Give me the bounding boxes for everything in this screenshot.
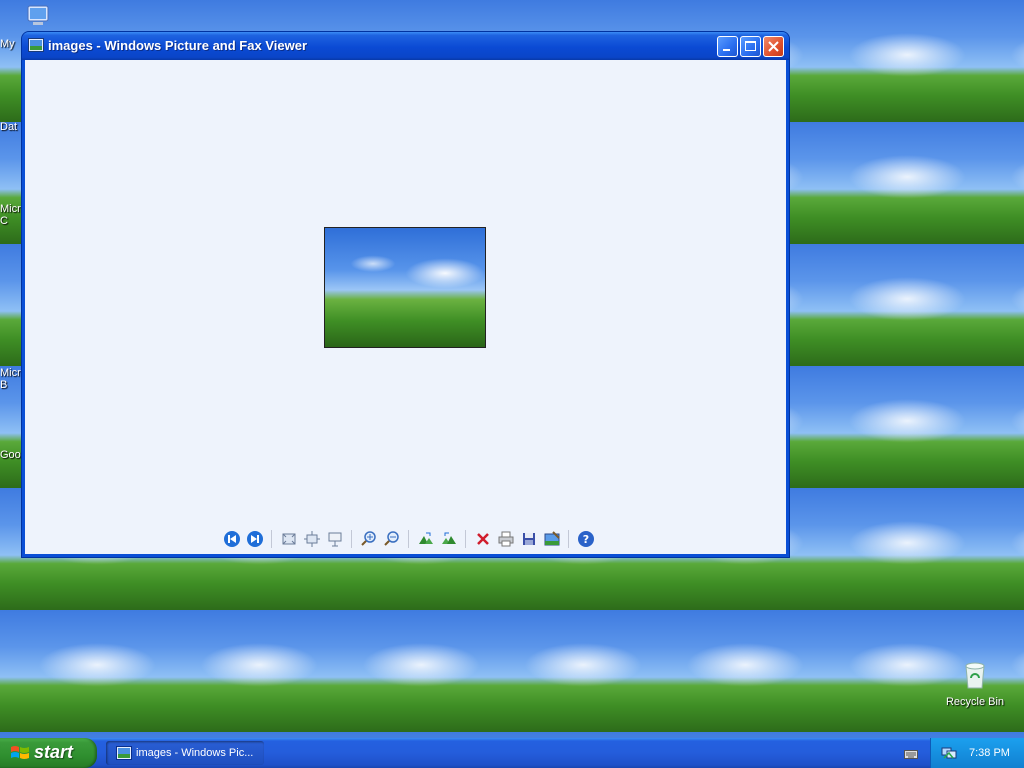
desktop-icon-label[interactable]: My bbox=[0, 38, 15, 50]
print-icon bbox=[498, 531, 513, 547]
rotate-clockwise-icon bbox=[418, 532, 433, 544]
help-icon: ? bbox=[577, 531, 594, 547]
desktop-icon-label[interactable]: Micr bbox=[0, 203, 21, 215]
save-disk-icon bbox=[522, 533, 535, 545]
taskbar: start images - Windows Pic... 7:38 PM bbox=[0, 738, 1024, 768]
picture-viewer-app-icon bbox=[28, 38, 44, 52]
minimize-button[interactable] bbox=[717, 36, 738, 57]
open-with-button[interactable] bbox=[541, 528, 563, 550]
previous-icon bbox=[223, 531, 240, 547]
zoom-in-button[interactable] bbox=[358, 528, 380, 550]
delete-icon bbox=[476, 533, 489, 545]
taskbar-window-label: images - Windows Pic... bbox=[136, 747, 254, 759]
my-computer-icon[interactable] bbox=[24, 4, 54, 28]
next-icon bbox=[246, 531, 263, 547]
zoom-out-button[interactable] bbox=[381, 528, 403, 550]
windows-flag-icon bbox=[10, 744, 30, 767]
desktop-icon-label[interactable]: Micr bbox=[0, 367, 21, 379]
desktop-icon-label[interactable]: Dat bbox=[0, 121, 17, 133]
desktop-icon-label[interactable]: Goo bbox=[0, 449, 21, 461]
actual-size-icon bbox=[303, 531, 320, 547]
slide-show-icon bbox=[328, 532, 341, 547]
picture-viewer-app-icon bbox=[116, 746, 132, 760]
viewer-toolbar: ? bbox=[220, 528, 597, 550]
window-title: images - Windows Picture and Fax Viewer bbox=[48, 38, 307, 53]
displayed-image bbox=[324, 227, 486, 348]
help-button[interactable]: ? bbox=[575, 528, 597, 550]
zoom-out-icon bbox=[383, 531, 399, 546]
toolbar-separator bbox=[408, 530, 409, 548]
rotate-counterclockwise-icon bbox=[441, 532, 456, 544]
clock[interactable]: 7:38 PM bbox=[969, 747, 1010, 759]
start-button[interactable]: start bbox=[0, 738, 97, 768]
toolbar-separator bbox=[568, 530, 569, 548]
close-button[interactable] bbox=[763, 36, 784, 57]
desktop-icon-label[interactable]: B bbox=[0, 379, 7, 391]
image-display-area: ? bbox=[25, 60, 786, 554]
system-tray: 7:38 PM bbox=[930, 738, 1024, 768]
title-bar[interactable]: images - Windows Picture and Fax Viewer bbox=[22, 32, 789, 60]
toolbar-separator bbox=[465, 530, 466, 548]
rotate-clockwise-button[interactable] bbox=[415, 528, 437, 550]
delete-button[interactable] bbox=[472, 528, 494, 550]
previous-image-button[interactable] bbox=[221, 528, 243, 550]
taskbar-window-button[interactable]: images - Windows Pic... bbox=[106, 741, 264, 765]
toolbar-separator bbox=[351, 530, 352, 548]
actual-size-button[interactable] bbox=[301, 528, 323, 550]
print-button[interactable] bbox=[495, 528, 517, 550]
desktop-icon-label[interactable]: C bbox=[0, 215, 8, 227]
next-image-button[interactable] bbox=[244, 528, 266, 550]
recycle-bin-label: Recycle Bin bbox=[945, 696, 1005, 708]
toolbar-separator bbox=[271, 530, 272, 548]
recycle-bin-icon bbox=[961, 660, 989, 690]
picture-viewer-window: images - Windows Picture and Fax Viewer bbox=[22, 32, 789, 557]
zoom-in-icon bbox=[360, 531, 376, 546]
svg-text:?: ? bbox=[582, 533, 588, 546]
best-fit-button[interactable] bbox=[278, 528, 300, 550]
maximize-button[interactable] bbox=[740, 36, 761, 57]
edit-image-icon bbox=[544, 531, 560, 546]
keyboard-language-icon[interactable] bbox=[904, 747, 918, 765]
recycle-bin-shortcut[interactable]: Recycle Bin bbox=[940, 660, 1010, 708]
best-fit-icon bbox=[282, 533, 295, 545]
slide-show-button[interactable] bbox=[324, 528, 346, 550]
copy-to-button[interactable] bbox=[518, 528, 540, 550]
start-label: start bbox=[34, 742, 74, 762]
rotate-counterclockwise-button[interactable] bbox=[438, 528, 460, 550]
network-icon[interactable] bbox=[941, 746, 957, 763]
